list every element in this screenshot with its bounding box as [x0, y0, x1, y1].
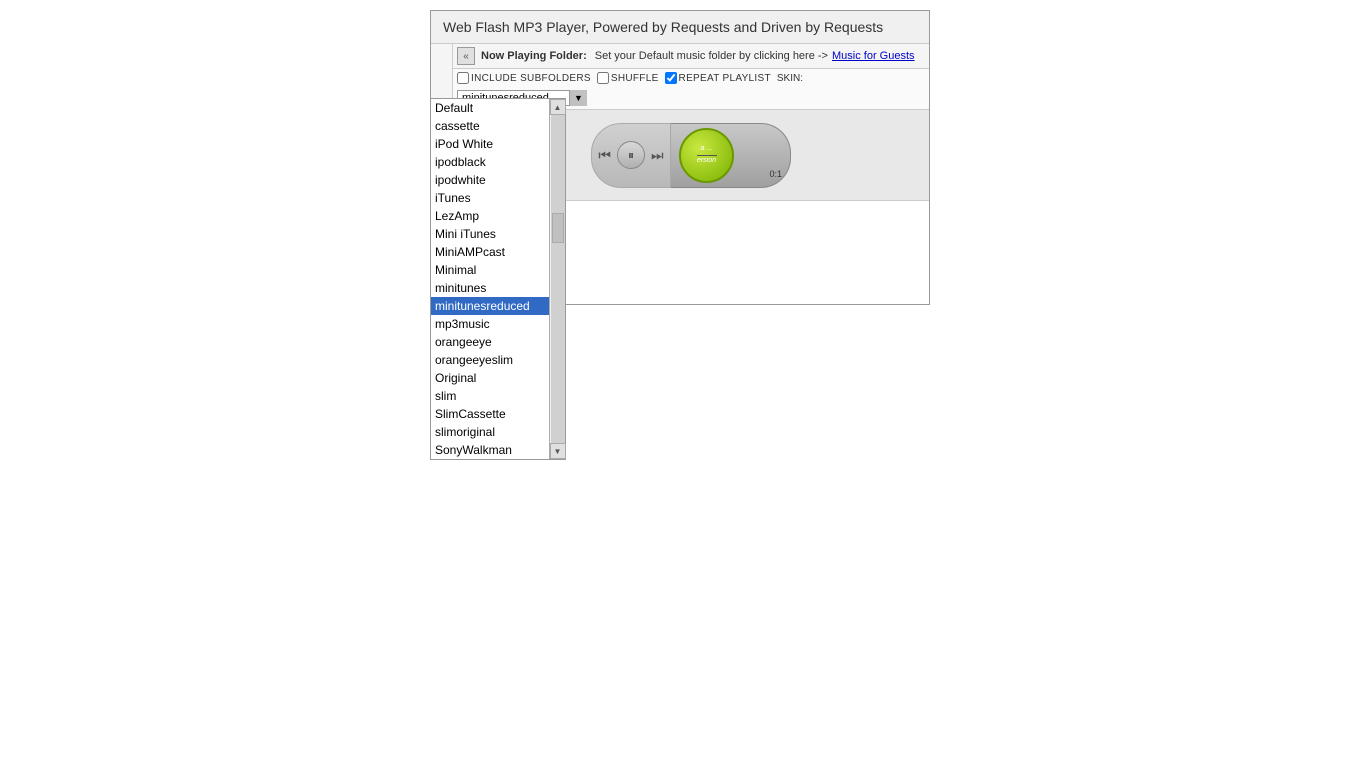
dropdown-scrollbar: ▲ ▼ [549, 99, 565, 459]
skin-dropdown-list: DefaultcassetteiPod Whiteipodblackipodwh… [430, 98, 566, 460]
app-title: Web Flash MP3 Player, Powered by Request… [443, 19, 883, 35]
dropdown-wrapper: DefaultcassetteiPod Whiteipodblackipodwh… [431, 99, 565, 459]
dropdown-option[interactable]: orangeeye [431, 333, 551, 351]
dropdown-option[interactable]: orangeeyeslim [431, 351, 551, 369]
scroll-track [551, 115, 565, 443]
collapse-button[interactable]: « [457, 47, 475, 65]
dropdown-option[interactable]: minitunes [431, 279, 551, 297]
play-pause-button[interactable]: ⏸ [617, 141, 645, 169]
scroll-down-button[interactable]: ▼ [550, 443, 566, 459]
top-bar: « Now Playing Folder: Set your Default m… [453, 44, 929, 69]
shuffle-label[interactable]: Shuffle [597, 72, 659, 84]
dropdown-option[interactable]: SlimCassette [431, 405, 551, 423]
dropdown-option[interactable]: iPod White [431, 135, 551, 153]
include-subfolders-label[interactable]: Include Subfolders [457, 72, 591, 84]
dropdown-option[interactable]: ipodblack [431, 153, 551, 171]
dropdown-list-area: DefaultcassetteiPod Whiteipodblackipodwh… [431, 99, 551, 459]
volume-knob[interactable]: a ... ersion [679, 128, 734, 183]
default-folder-text: Set your Default music folder by clickin… [595, 50, 828, 62]
knob-line [697, 155, 717, 156]
dropdown-options-list: DefaultcassetteiPod Whiteipodblackipodwh… [431, 99, 551, 459]
scroll-up-button[interactable]: ▲ [550, 99, 566, 115]
knob-text-line2: ersion [697, 157, 716, 165]
player-left: ⏮ ⏸ ⏭ [591, 123, 671, 188]
now-playing-label: Now Playing Folder: [481, 50, 587, 62]
repeat-playlist-label[interactable]: Repeat Playlist [665, 72, 771, 84]
dropdown-option[interactable]: slim [431, 387, 551, 405]
shuffle-checkbox[interactable] [597, 72, 609, 84]
include-subfolders-checkbox[interactable] [457, 72, 469, 84]
dropdown-option[interactable]: MiniAMPcast [431, 243, 551, 261]
dropdown-option[interactable]: ipodwhite [431, 171, 551, 189]
player-right: a ... ersion 0:1 [671, 123, 791, 188]
dropdown-option[interactable]: mp3music [431, 315, 551, 333]
knob-text-line1: a ... [701, 145, 713, 153]
repeat-playlist-checkbox[interactable] [665, 72, 677, 84]
skin-label: SKIN: [777, 73, 803, 84]
time-display: 0:1 [769, 169, 782, 179]
dropdown-option[interactable]: slimoriginal [431, 423, 551, 441]
player-device: ⏮ ⏸ ⏭ a ... ersion [591, 123, 791, 188]
prev-button[interactable]: ⏮ [598, 147, 611, 164]
dropdown-option[interactable]: minitunesreduced [431, 297, 551, 315]
dropdown-option[interactable]: Mini iTunes [431, 225, 551, 243]
pause-icon: ⏸ [628, 148, 634, 163]
dropdown-option[interactable]: Default [431, 99, 551, 117]
dropdown-option[interactable]: cassette [431, 117, 551, 135]
next-button[interactable]: ⏭ [651, 147, 664, 164]
dropdown-option[interactable]: SonyWalkman [431, 441, 551, 459]
dropdown-option[interactable]: LezAmp [431, 207, 551, 225]
title-bar: Web Flash MP3 Player, Powered by Request… [431, 11, 929, 44]
player-controls: ⏮ ⏸ ⏭ [598, 141, 663, 169]
dropdown-option[interactable]: iTunes [431, 189, 551, 207]
dropdown-option[interactable]: Original [431, 369, 551, 387]
dropdown-option[interactable]: Minimal [431, 261, 551, 279]
music-for-guests-link[interactable]: Music for Guests [832, 50, 915, 62]
scroll-thumb[interactable] [552, 213, 564, 243]
